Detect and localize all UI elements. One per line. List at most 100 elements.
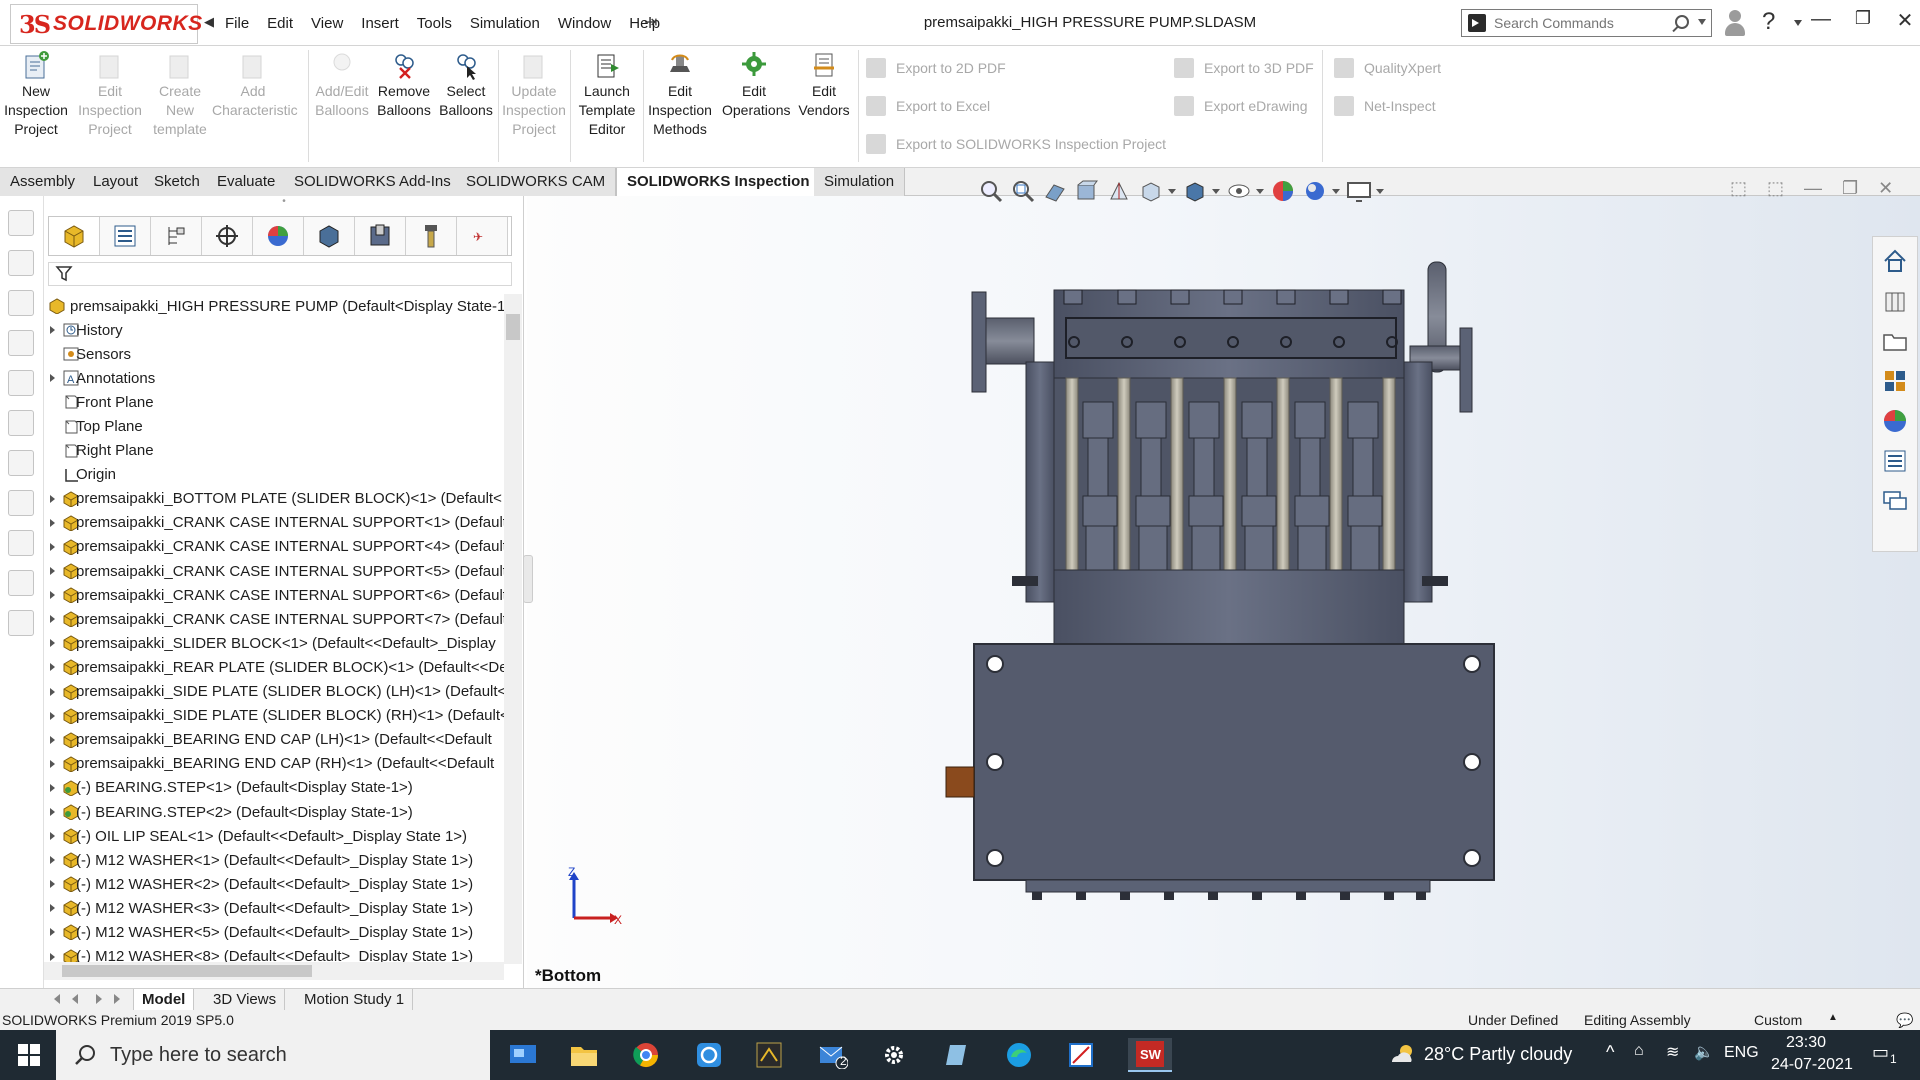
units-up-icon[interactable]: ▲ [1828, 1012, 1838, 1023]
minimize-button[interactable]: — [1806, 8, 1836, 31]
tree-item[interactable]: (-) BEARING.STEP<1> (Default<Display Sta… [44, 776, 504, 800]
expand-arrow-icon[interactable] [50, 494, 55, 503]
strip-icon[interactable] [8, 330, 34, 356]
hide-show-items-icon[interactable] [1226, 179, 1252, 203]
tab-simulation[interactable]: Simulation [814, 168, 906, 196]
inspection-tree-tab[interactable]: ✈ [457, 217, 508, 255]
expand-arrow-icon[interactable] [50, 711, 55, 720]
search-icon[interactable] [1675, 15, 1689, 29]
tab-layout[interactable]: Layout [83, 168, 150, 196]
file-explorer-icon[interactable] [1879, 325, 1911, 357]
tree-item[interactable]: premsaipakki_CRANK CASE INTERNAL SUPPORT… [44, 607, 504, 631]
tree-root[interactable]: premsaipakki_HIGH PRESSURE PUMP (Default… [44, 294, 504, 318]
expand-arrow-icon[interactable] [50, 952, 55, 961]
viewport-restore-icon[interactable]: ❐ [1842, 178, 1858, 199]
remove-balloons-button[interactable]: Remove Balloons [372, 50, 436, 120]
settings-app-icon[interactable] [877, 1038, 911, 1072]
tree-item[interactable]: (-) OIL LIP SEAL<1> (Default<<Default>_D… [44, 824, 504, 848]
help-icon[interactable]: ? [1762, 8, 1775, 36]
tab-sketch[interactable]: Sketch [144, 168, 211, 196]
expand-arrow-icon[interactable] [50, 591, 55, 600]
appearances-icon[interactable] [1879, 405, 1911, 437]
property-manager-tab[interactable] [100, 217, 151, 255]
edit-inspection-methods-button[interactable]: Edit Inspection Methods [648, 50, 712, 139]
tree-item[interactable]: premsaipakki_CRANK CASE INTERNAL SUPPORT… [44, 559, 504, 583]
taskview-app-icon[interactable] [506, 1038, 540, 1072]
dynamic-annotation-icon[interactable] [1106, 179, 1132, 203]
strip-icon[interactable] [8, 610, 34, 636]
search-dropdown-icon[interactable] [1698, 19, 1706, 25]
scroll-thumb[interactable] [506, 314, 520, 340]
expand-arrow-icon[interactable] [50, 615, 55, 624]
dimxpert-manager-tab[interactable] [202, 217, 253, 255]
windows-start-icon[interactable] [12, 1038, 46, 1072]
panel-collapse-handle[interactable] [523, 555, 533, 603]
solidworks-logo[interactable]: 3S SOLIDWORKS [10, 4, 202, 44]
forum-icon[interactable] [1879, 485, 1911, 517]
search-input[interactable] [1494, 15, 1664, 31]
tree-item[interactable]: A Annotations [44, 366, 504, 390]
restore-button[interactable]: ❐ [1848, 8, 1878, 29]
crankcase-base[interactable] [973, 643, 1495, 881]
tree-item[interactable]: premsaipakki_CRANK CASE INTERNAL SUPPORT… [44, 583, 504, 607]
export-sw-inspection-button[interactable]: Export to SOLIDWORKS Inspection Project [866, 134, 1166, 154]
expand-arrow-icon[interactable] [50, 880, 55, 889]
tree-item[interactable]: (-) M12 WASHER<8> (Default<<Default>_Dis… [44, 945, 504, 962]
notification-icon[interactable]: ▭ [1872, 1042, 1889, 1063]
tree-item[interactable]: History [44, 318, 504, 342]
expand-arrow-icon[interactable] [50, 904, 55, 913]
notes-app-icon[interactable] [939, 1038, 973, 1072]
design-library-icon[interactable] [1879, 285, 1911, 317]
view-settings-icon[interactable] [1346, 179, 1372, 203]
manifold-head[interactable] [1053, 289, 1405, 379]
hide-show-dropdown-icon[interactable] [1256, 188, 1264, 194]
view-settings-dropdown-icon[interactable] [1376, 188, 1384, 194]
edit-vendors-button[interactable]: Edit Vendors [792, 50, 856, 120]
edit-inspection-project-button[interactable]: Edit Inspection Project [78, 50, 142, 139]
export-2d-pdf-button[interactable]: Export to 2D PDF [866, 58, 1006, 78]
expand-arrow-icon[interactable] [50, 518, 55, 527]
update-inspection-project-button[interactable]: Update Inspection Project [502, 50, 566, 139]
tree-item[interactable]: Sensors [44, 342, 504, 366]
section-view-icon[interactable] [1074, 179, 1100, 203]
tree-item[interactable]: premsaipakki_CRANK CASE INTERNAL SUPPORT… [44, 535, 504, 559]
qualityxpert-button[interactable]: QualityXpert [1334, 58, 1441, 78]
cam-operation-tree-tab[interactable] [355, 217, 406, 255]
tooltip-icon[interactable]: 💬 [1896, 1012, 1913, 1029]
tree-item[interactable]: premsaipakki_SIDE PLATE (SLIDER BLOCK) (… [44, 680, 504, 704]
expand-arrow-icon[interactable] [50, 783, 55, 792]
panel-grip[interactable]: • [44, 196, 524, 214]
weather-text[interactable]: 28°C Partly cloudy [1424, 1044, 1572, 1065]
tab-motion-study[interactable]: Motion Study 1 [296, 989, 414, 1011]
apply-scene-dropdown-icon[interactable] [1332, 188, 1340, 194]
tree-item[interactable]: (-) BEARING.STEP<2> (Default<Display Sta… [44, 800, 504, 824]
help-dropdown-icon[interactable] [1794, 20, 1802, 26]
custom-properties-icon[interactable] [1879, 445, 1911, 477]
strip-icon[interactable] [8, 210, 34, 236]
expand-arrow-icon[interactable] [50, 928, 55, 937]
export-edrawing-button[interactable]: Export eDrawing [1174, 96, 1308, 116]
menu-window[interactable]: Window [549, 15, 620, 32]
side-rail-left[interactable] [1025, 361, 1055, 603]
strip-icon[interactable] [8, 370, 34, 396]
zoom-to-fit-icon[interactable] [978, 179, 1004, 203]
tree-item[interactable]: premsaipakki_SIDE PLATE (SLIDER BLOCK) (… [44, 704, 504, 728]
expand-arrow-icon[interactable] [50, 687, 55, 696]
chrome-app-icon[interactable] [629, 1038, 663, 1072]
clock-date[interactable]: 24-07-2021 [1771, 1056, 1853, 1074]
export-3d-pdf-button[interactable]: Export to 3D PDF [1174, 58, 1314, 78]
solidworks-app-icon[interactable]: SW [1128, 1038, 1172, 1072]
expand-arrow-icon[interactable] [50, 567, 55, 576]
tab-inspection[interactable]: SOLIDWORKS Inspection [616, 168, 821, 196]
tree-item[interactable]: (-) M12 WASHER<1> (Default<<Default>_Dis… [44, 848, 504, 872]
tree-item[interactable]: Front Plane [44, 390, 504, 414]
tree-item[interactable]: premsaipakki_BEARING END CAP (RH)<1> (De… [44, 752, 504, 776]
launch-template-editor-button[interactable]: Launch Template Editor [575, 50, 639, 139]
add-edit-balloons-button[interactable]: Add/Edit Balloons [310, 50, 374, 120]
expand-arrow-icon[interactable] [50, 374, 55, 383]
tree-item[interactable]: premsaipakki_CRANK CASE INTERNAL SUPPORT… [44, 511, 504, 535]
sync-app-icon[interactable] [692, 1038, 726, 1072]
editing-mode[interactable]: Editing Assembly [1584, 1012, 1691, 1028]
tree-item[interactable]: (-) M12 WASHER<5> (Default<<Default>_Dis… [44, 920, 504, 944]
cam-tools-tab[interactable] [406, 217, 457, 255]
